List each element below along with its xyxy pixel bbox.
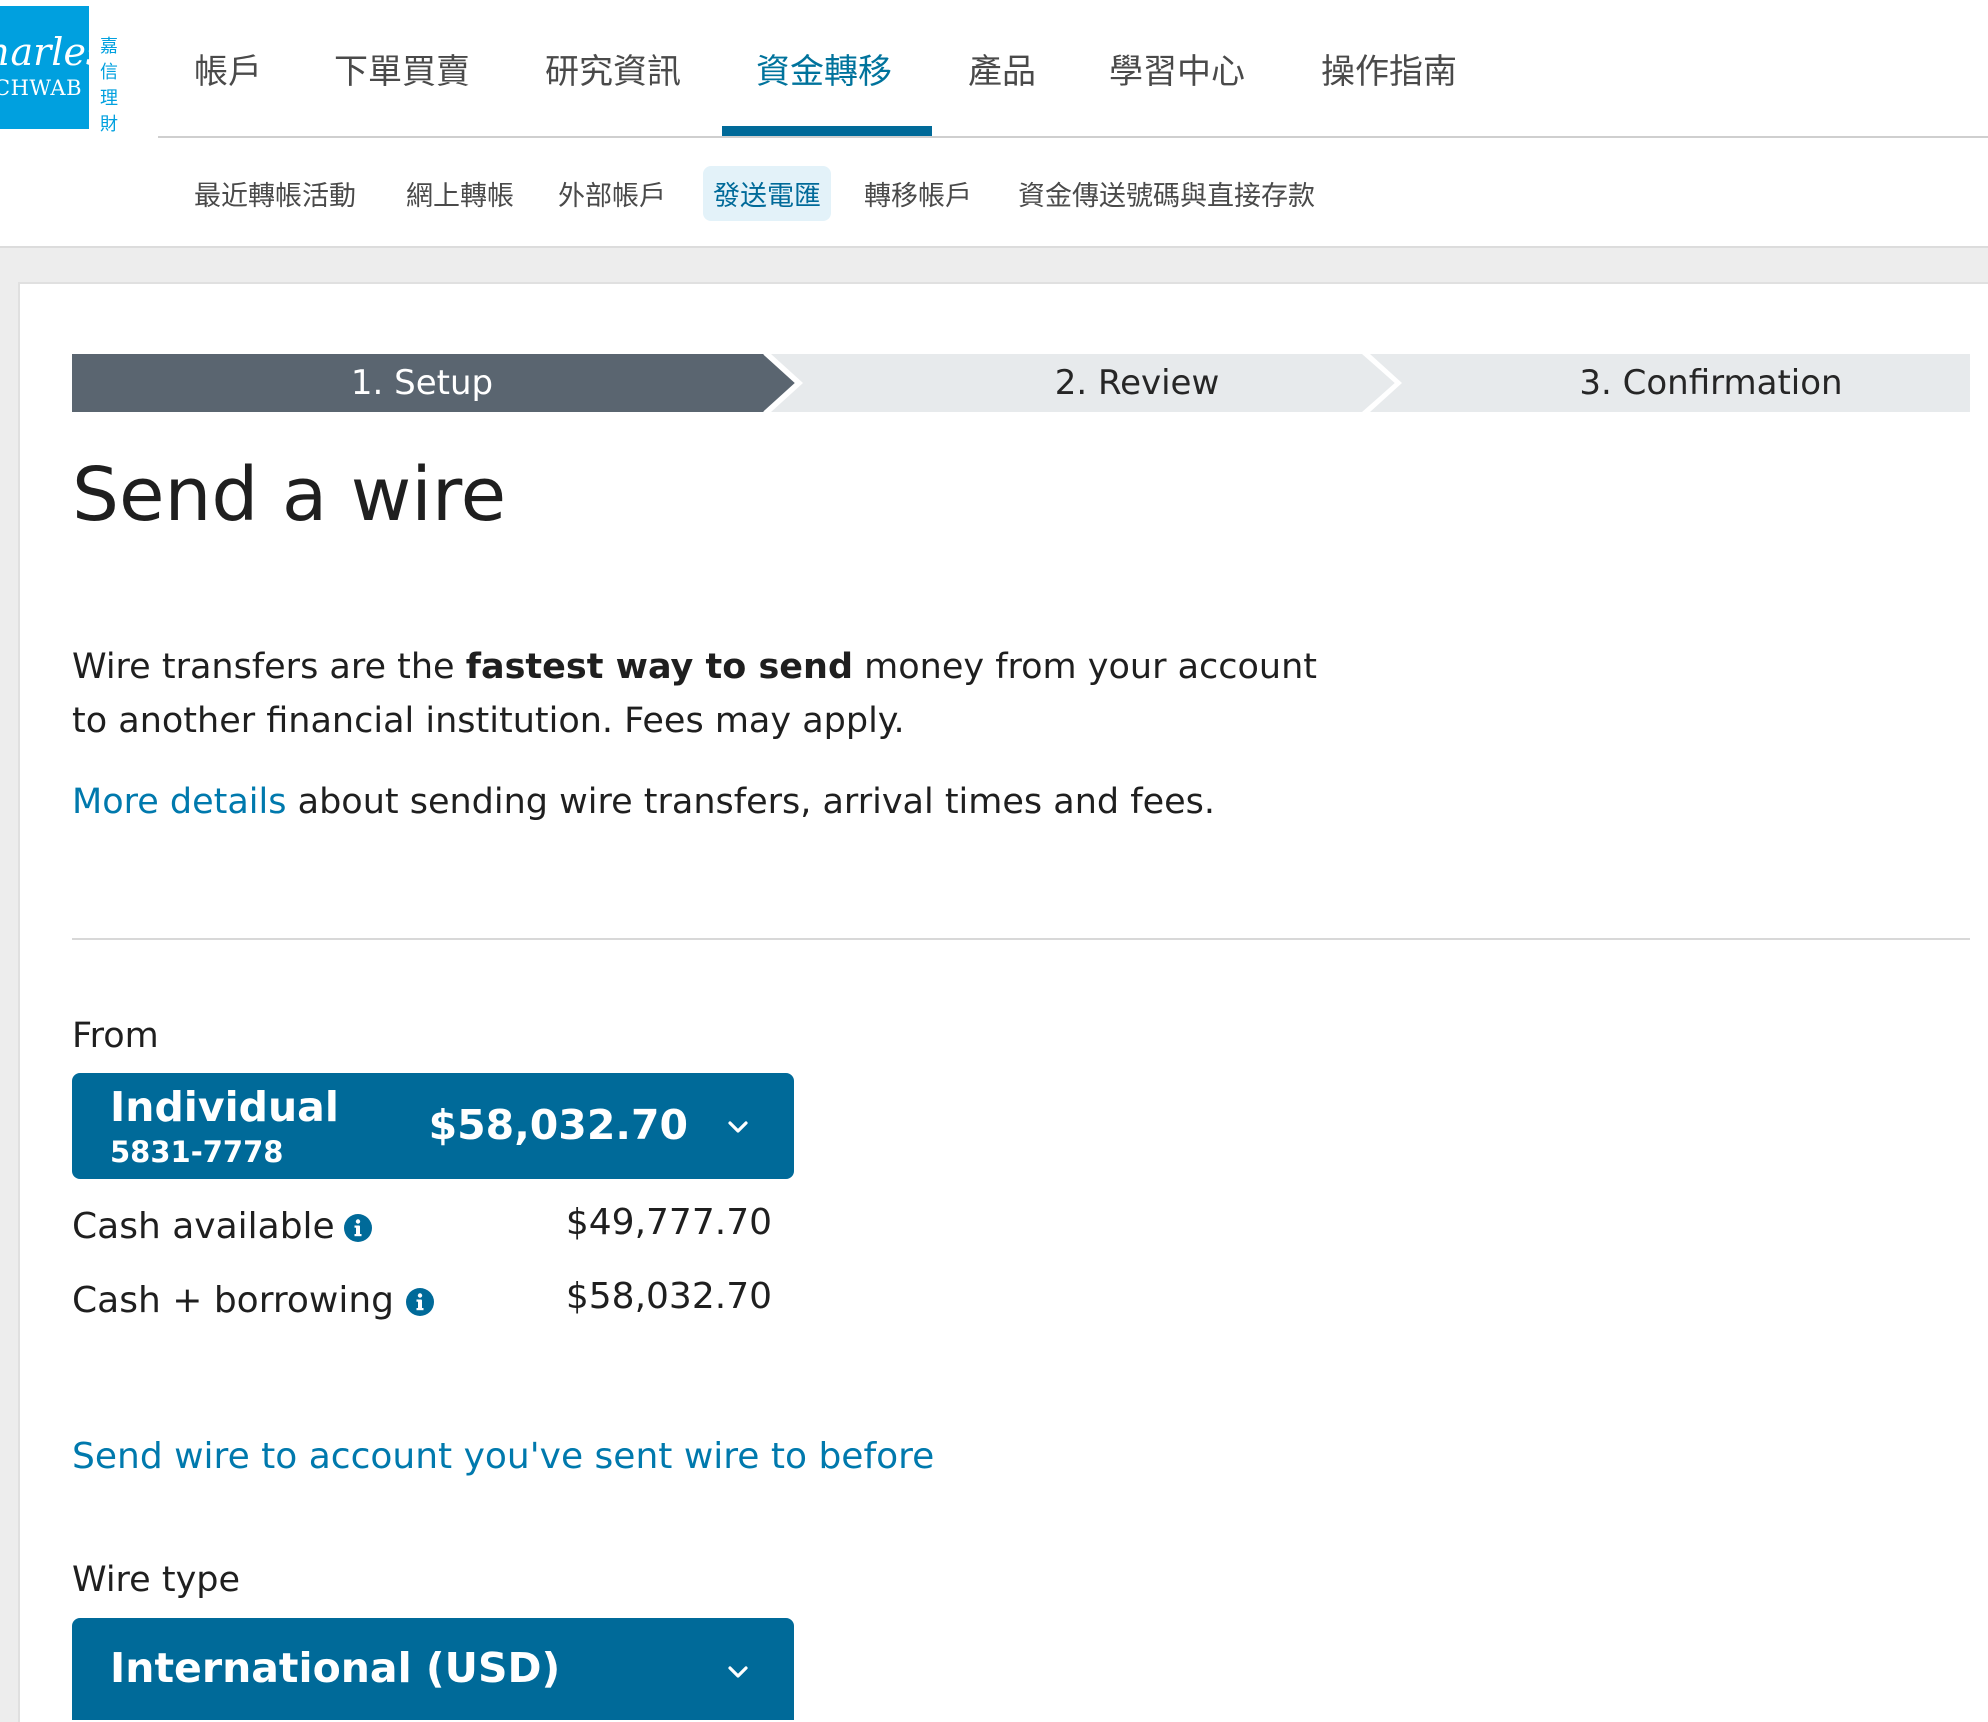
more-details-rest: about sending wire transfers, arrival ti… xyxy=(286,782,1215,822)
step-1-label: 1. Setup xyxy=(350,363,494,403)
cash-borrowing-value: $58,032.70 xyxy=(565,1276,772,1317)
intro-text-start: Wire transfers are the xyxy=(72,647,466,687)
from-account-dropdown[interactable]: Individual 5831-7778 $58,032.70 xyxy=(72,1073,794,1179)
wire-type-label: Wire type xyxy=(72,1560,241,1600)
sub-nav-item-external-accounts[interactable]: 外部帳戶 xyxy=(558,174,666,213)
logo-chinese-text: 嘉 信 理 財 xyxy=(100,36,118,135)
wire-type-dropdown[interactable]: International (USD) xyxy=(72,1618,794,1720)
cash-borrowing-row: Cash + borrowing $58,032.70 xyxy=(72,1276,772,1330)
main-nav-item-products[interactable]: 產品 xyxy=(968,44,1036,93)
info-circle-icon[interactable] xyxy=(344,1214,372,1242)
cash-available-row: Cash available $49,777.70 xyxy=(72,1202,772,1256)
step-2-label: 2. Review xyxy=(1054,363,1220,403)
info-circle-icon[interactable] xyxy=(406,1288,434,1316)
account-balance: $58,032.70 xyxy=(428,1101,688,1149)
logo-wordmark-line2: CHWAB xyxy=(0,76,83,100)
main-nav-item-trade[interactable]: 下單買賣 xyxy=(334,44,470,93)
more-details-text: More details about sending wire transfer… xyxy=(72,782,1215,822)
logo-wordmark-line1: harles xyxy=(0,30,89,74)
wire-type-value: International (USD) xyxy=(110,1644,561,1692)
from-label: From xyxy=(72,1016,159,1056)
main-nav-active-indicator xyxy=(722,126,932,136)
main-nav-item-research[interactable]: 研究資訊 xyxy=(545,44,681,93)
account-number: 5831-7778 xyxy=(110,1135,284,1169)
main-nav-item-learning[interactable]: 學習中心 xyxy=(1109,44,1245,93)
more-details-link[interactable]: More details xyxy=(72,782,287,822)
chevron-down-icon xyxy=(728,1121,748,1133)
page-title: Send a wire xyxy=(72,452,507,538)
main-nav-item-accounts[interactable]: 帳戶 xyxy=(194,44,262,93)
sub-nav-item-recent-transfers[interactable]: 最近轉帳活動 xyxy=(194,174,356,213)
main-nav-item-guides[interactable]: 操作指南 xyxy=(1321,44,1457,93)
intro-text-emphasis: fastest way to send xyxy=(465,647,853,687)
sent-before-link[interactable]: Send wire to account you've sent wire to… xyxy=(72,1436,934,1477)
section-divider xyxy=(72,938,1970,940)
sub-nav-item-routing-direct-deposit[interactable]: 資金傳送號碼與直接存款 xyxy=(1018,174,1315,213)
main-nav: 帳戶 下單買賣 研究資訊 資金轉移 產品 學習中心 操作指南 xyxy=(158,0,1988,138)
main-nav-item-move-money[interactable]: 資金轉移 xyxy=(756,44,892,93)
cash-available-label: Cash available xyxy=(72,1206,335,1247)
cash-available-value: $49,777.70 xyxy=(565,1202,772,1243)
chevron-down-icon xyxy=(728,1666,748,1678)
cash-borrowing-label: Cash + borrowing xyxy=(72,1280,395,1321)
charles-schwab-logo[interactable]: harles CHWAB xyxy=(0,6,89,129)
sub-nav-item-online-transfer[interactable]: 網上轉帳 xyxy=(406,174,514,213)
sub-nav-item-transfer-accounts[interactable]: 轉移帳戶 xyxy=(864,174,972,213)
sub-nav-item-send-wire[interactable]: 發送電匯 xyxy=(703,166,831,221)
account-name: Individual xyxy=(110,1083,339,1131)
step-3-label: 3. Confirmation xyxy=(1579,363,1843,403)
progress-stepper: 1. Setup 2. Review 3. Confirmation xyxy=(72,354,1970,412)
intro-text: Wire transfers are the fastest way to se… xyxy=(72,640,1322,748)
site-header: harles CHWAB 嘉 信 理 財 帳戶 下單買賣 研究資訊 資金轉移 產… xyxy=(0,0,1988,248)
